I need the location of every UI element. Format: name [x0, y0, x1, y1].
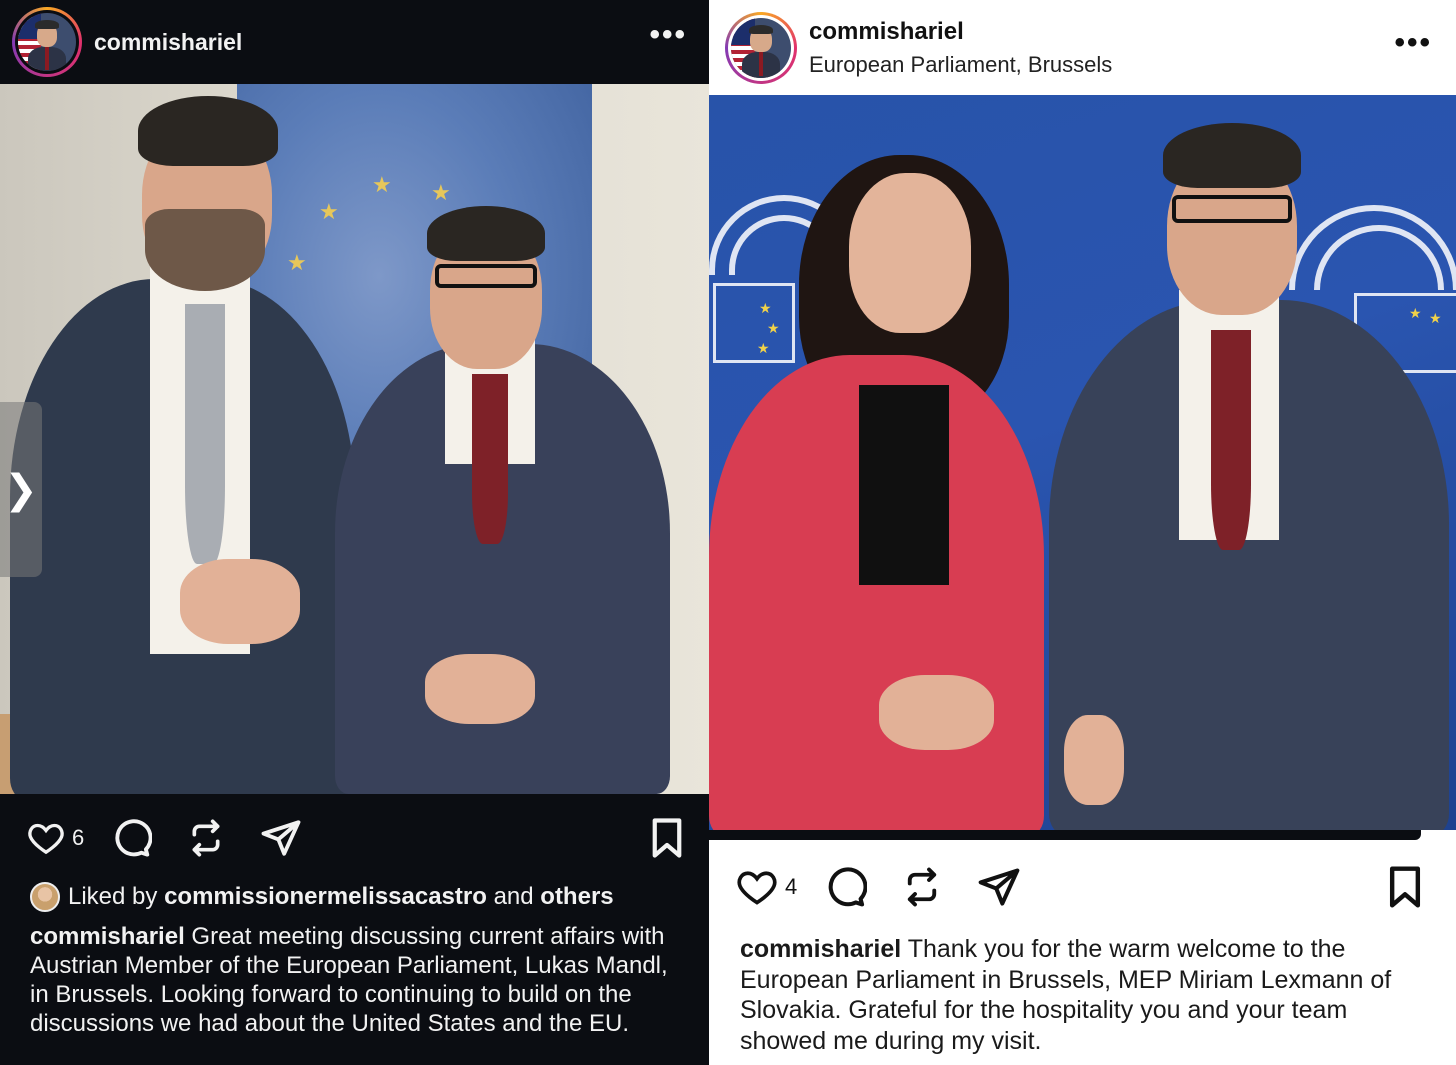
post-caption: commishariel Great meeting discussing cu… — [30, 922, 690, 1038]
person-left — [709, 95, 1049, 830]
repost-icon[interactable] — [901, 866, 943, 908]
post-header: commishariel ••• — [0, 0, 709, 84]
right-post: commishariel European Parliament, Brusse… — [709, 0, 1456, 1065]
more-options-icon[interactable]: ••• — [1394, 28, 1432, 58]
person-right — [335, 84, 675, 794]
comment-icon[interactable] — [110, 817, 153, 859]
person-left — [10, 84, 360, 794]
post-location[interactable]: European Parliament, Brussels — [809, 52, 1112, 78]
caption-username[interactable]: commishariel — [740, 935, 901, 963]
avatar[interactable] — [725, 11, 797, 84]
like-count[interactable]: 6 — [72, 825, 84, 851]
like-count[interactable]: 4 — [785, 874, 797, 900]
post-username[interactable]: commishariel — [809, 18, 1112, 46]
share-icon[interactable] — [977, 865, 1021, 909]
post-photo[interactable]: ★ ★ ★ ★ ★ — [709, 95, 1456, 830]
post-header: commishariel European Parliament, Brusse… — [709, 0, 1456, 95]
comment-icon[interactable] — [823, 865, 868, 909]
liked-by-others-link[interactable]: others — [540, 883, 613, 911]
action-bar: 4 — [735, 862, 1425, 912]
bookmark-icon[interactable] — [1385, 865, 1425, 909]
bookmark-icon[interactable] — [648, 817, 686, 859]
liked-by-line: Liked by commissionermelissacastro and o… — [30, 882, 614, 912]
liker-username[interactable]: commissionermelissacastro — [164, 883, 487, 911]
heart-icon[interactable] — [26, 818, 66, 858]
repost-icon[interactable] — [186, 818, 226, 858]
action-bar: 6 — [26, 814, 686, 862]
more-options-icon[interactable]: ••• — [649, 20, 687, 50]
post-caption: commishariel Thank you for the warm welc… — [740, 934, 1440, 1056]
heart-icon[interactable] — [735, 865, 779, 909]
caption-username[interactable]: commishariel — [30, 923, 185, 950]
carousel-next-button[interactable]: ❯ — [0, 402, 42, 577]
avatar[interactable] — [12, 7, 82, 77]
liker-avatar[interactable] — [30, 882, 60, 912]
left-post: commishariel ••• ★ ★ ★ ★ ❯ 6 Liked by co… — [0, 0, 709, 1065]
post-photo[interactable]: ★ ★ ★ ★ ❯ — [0, 84, 709, 794]
person-right — [1039, 95, 1456, 830]
post-username[interactable]: commishariel — [94, 29, 242, 56]
share-icon[interactable] — [260, 817, 302, 859]
